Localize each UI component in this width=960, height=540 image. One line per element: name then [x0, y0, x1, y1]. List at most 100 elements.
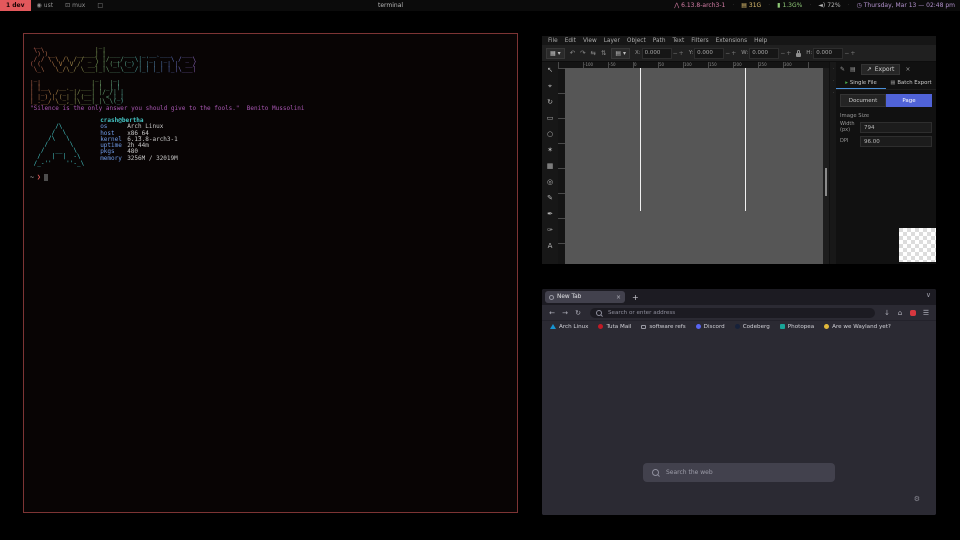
- inkscape-toolbox: ↖ ⌖ ↻ ▭ ○ ✶ ▦ ◎ ✎ ✒ ✑ A: [542, 62, 558, 264]
- y-coordinate-field: Y: 0.000 − +: [689, 48, 737, 59]
- y-decrement[interactable]: −: [725, 50, 730, 57]
- url-input[interactable]: [606, 309, 869, 317]
- workspace-dev[interactable]: 1 dev: [0, 0, 31, 11]
- new-tab-button[interactable]: +: [632, 293, 639, 302]
- adblock-extension-icon[interactable]: [910, 310, 916, 316]
- rotate-ccw-icon[interactable]: ↶: [570, 49, 575, 57]
- y-increment[interactable]: +: [731, 50, 736, 57]
- menu-text[interactable]: Text: [673, 38, 685, 44]
- scrollbar-handle[interactable]: [825, 168, 827, 196]
- terminal-window[interactable]: __ _ \ \ | | ) )__ _____| | ___ ___ _ __…: [23, 33, 518, 513]
- snap-option-icon[interactable]: ·: [833, 90, 835, 96]
- h-increment[interactable]: +: [850, 50, 855, 57]
- pencil-panel-icon[interactable]: ✎: [840, 66, 845, 73]
- document-button[interactable]: Document: [840, 94, 886, 107]
- page-button[interactable]: Page: [886, 94, 932, 107]
- bookmark-tuta-mail[interactable]: Tuta Mail: [598, 324, 631, 330]
- workspace-empty[interactable]: □: [91, 0, 109, 11]
- y-input[interactable]: 0.000: [694, 48, 724, 59]
- personalize-gear-icon[interactable]: ⚙: [914, 495, 920, 503]
- ellipse-tool-icon[interactable]: ○: [547, 131, 553, 138]
- menu-layer[interactable]: Layer: [604, 38, 620, 44]
- web-search-input[interactable]: [664, 468, 826, 477]
- tab-close-icon[interactable]: ×: [616, 294, 621, 301]
- speaker-icon: ◄): [818, 2, 825, 9]
- node-tool-icon[interactable]: ⌖: [548, 83, 552, 90]
- menu-help[interactable]: Help: [754, 38, 767, 44]
- box3d-tool-icon[interactable]: ▦: [547, 163, 554, 170]
- align-dropdown[interactable]: ▤ ▾: [611, 48, 630, 59]
- hamburger-menu-icon[interactable]: ☰: [921, 309, 931, 317]
- tool-controls-bar: ▦ ▾ ↶ ↷ ⇆ ⇅ ▤ ▾ X: 0.000 − + Y: 0.000 − …: [542, 45, 936, 62]
- h-decrement[interactable]: −: [844, 50, 849, 57]
- flip-vertical-icon[interactable]: ⇅: [601, 49, 606, 57]
- menu-filters[interactable]: Filters: [691, 38, 708, 44]
- home-icon[interactable]: ⌂: [895, 309, 905, 317]
- export-width-input[interactable]: [860, 122, 932, 133]
- x-decrement[interactable]: −: [673, 50, 678, 57]
- forward-icon[interactable]: →: [560, 309, 570, 317]
- menu-extensions[interactable]: Extensions: [716, 38, 747, 44]
- single-file-icon: ▸: [845, 80, 848, 86]
- datetime: Thursday, Mar 13 — 02:48 pm: [864, 2, 955, 9]
- export-tab[interactable]: ↗ Export: [861, 64, 901, 75]
- selection-mode-dropdown[interactable]: ▦ ▾: [546, 48, 565, 59]
- w-decrement[interactable]: −: [780, 50, 785, 57]
- workspace-ust-label: ust: [44, 2, 53, 9]
- text-tool-icon[interactable]: A: [548, 243, 553, 250]
- h-input[interactable]: 0.000: [813, 48, 843, 59]
- pen-tool-icon[interactable]: ✒: [547, 211, 553, 218]
- snap-option-icon[interactable]: ·: [833, 78, 835, 84]
- workspace-mux[interactable]: ⊡ mux: [59, 0, 91, 11]
- menu-view[interactable]: View: [583, 38, 597, 44]
- pencil-tool-icon[interactable]: ✎: [547, 195, 553, 202]
- flip-horizontal-icon[interactable]: ⇆: [591, 49, 596, 57]
- snap-toggle-icon[interactable]: ·: [833, 66, 835, 72]
- menu-edit[interactable]: Edit: [565, 38, 576, 44]
- web-search-box[interactable]: [643, 463, 835, 482]
- x-increment[interactable]: +: [679, 50, 684, 57]
- disk-usage: 31G: [749, 2, 761, 9]
- calligraphy-tool-icon[interactable]: ✑: [547, 227, 553, 234]
- w-increment[interactable]: +: [786, 50, 791, 57]
- url-bar[interactable]: [590, 308, 875, 318]
- list-all-tabs-icon[interactable]: ∨: [926, 291, 931, 299]
- workspace-ust[interactable]: ◉ ust: [31, 0, 60, 11]
- ram-icon: ▮: [777, 2, 780, 9]
- separator: ·: [809, 2, 811, 9]
- selector-tool-icon[interactable]: ↖: [547, 67, 553, 74]
- bookmark-folder-software-refs[interactable]: software refs: [641, 324, 685, 330]
- bookmark-photopea[interactable]: Photopea: [780, 324, 814, 330]
- bookmark-discord[interactable]: Discord: [696, 324, 725, 330]
- bookmark-arch-linux[interactable]: Arch Linux: [550, 324, 588, 330]
- menu-path[interactable]: Path: [653, 38, 666, 44]
- inkscape-window[interactable]: File Edit View Layer Object Path Text Fi…: [542, 36, 936, 264]
- shell-prompt[interactable]: ~ ❯: [30, 173, 48, 181]
- inkscape-menubar: File Edit View Layer Object Path Text Fi…: [542, 36, 936, 45]
- back-icon[interactable]: ←: [547, 309, 557, 317]
- reload-icon[interactable]: ↻: [573, 309, 583, 317]
- active-tab[interactable]: New Tab ×: [545, 291, 625, 303]
- menu-file[interactable]: File: [548, 38, 558, 44]
- rectangle-tool-icon[interactable]: ▭: [547, 115, 554, 122]
- rotate-cw-icon[interactable]: ↷: [580, 49, 585, 57]
- export-dpi-input[interactable]: [860, 136, 932, 147]
- inkscape-canvas[interactable]: [565, 68, 823, 264]
- bookmark-codeberg[interactable]: Codeberg: [735, 324, 770, 330]
- star-tool-icon[interactable]: ✶: [547, 147, 553, 154]
- menu-object[interactable]: Object: [627, 38, 646, 44]
- close-panel-icon[interactable]: ×: [905, 66, 910, 73]
- browser-window[interactable]: New Tab × + ∨ ← → ↻ ↓ ⌂ ☰ Arch Linux: [542, 289, 936, 515]
- lock-ratio-icon[interactable]: [796, 53, 801, 57]
- zoom-tool-icon[interactable]: ↻: [547, 99, 553, 106]
- fetch-info: crash@bertha os Arch Linux host x86_64 k…: [100, 118, 178, 173]
- downloads-icon[interactable]: ↓: [882, 309, 892, 317]
- w-input[interactable]: 0.000: [749, 48, 779, 59]
- single-file-tab[interactable]: ▸ Single File: [836, 77, 886, 89]
- batch-export-tab[interactable]: ▦ Batch Export: [886, 77, 936, 89]
- spiral-tool-icon[interactable]: ◎: [547, 179, 553, 186]
- x-input[interactable]: 0.000: [642, 48, 672, 59]
- bookmark-are-we-wayland-yet[interactable]: Are we Wayland yet?: [824, 324, 891, 330]
- layers-panel-icon[interactable]: ▤: [850, 66, 856, 73]
- disk-module: ▤ 31G: [741, 2, 761, 9]
